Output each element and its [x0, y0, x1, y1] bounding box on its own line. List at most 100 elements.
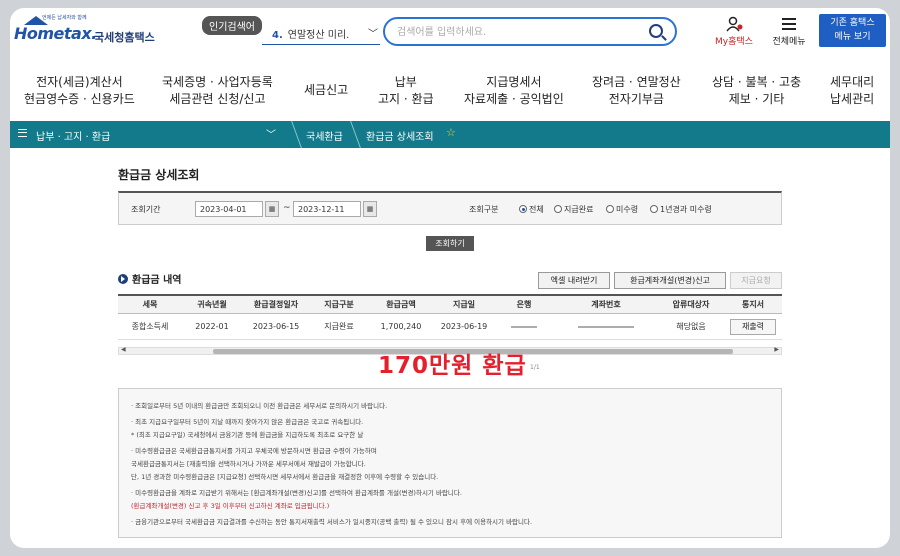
nav-item-line2: 납세관리: [830, 92, 875, 106]
all-menu-label: 전체메뉴: [772, 37, 806, 47]
notice-line: 국세환급금통지서는 [재출력]을 선택하시거나 가까운 세무서에서 재발급이 가…: [131, 460, 366, 468]
menu-icon[interactable]: [18, 129, 27, 137]
nav-item-line1: 지급명세서: [486, 75, 542, 89]
nav-item-line1: 세무대리: [830, 75, 875, 89]
refund-table: 세목 귀속년월 환급결정일자 지급구분 환급금액 지급일 은행 계좌번호 압류대…: [118, 294, 782, 340]
all-menu-button[interactable]: 전체메뉴: [764, 16, 814, 52]
radio-icon: [650, 205, 658, 213]
nav-item-line2: 자료제출 · 공익법인: [464, 92, 564, 106]
date-from-field[interactable]: 2023-04-01: [195, 201, 263, 217]
table-header-row: 세목 귀속년월 환급결정일자 지급구분 환급금액 지급일 은행 계좌번호 압류대…: [118, 296, 782, 314]
col-header: 지급구분: [324, 300, 354, 309]
notice-line: · 금융기관으로부터 국세환급금 지급결과를 수신하는 동안 통지서재출력 서비…: [131, 518, 533, 526]
notice-line-warning: (환급계좌개설(변경) 신고 후 3일 이후부터 신고하신 계좌로 입금됩니다.…: [131, 502, 330, 510]
cell-amount: 1,700,240: [380, 322, 422, 331]
main-navigation: 전자(세금)계산서현금영수증 · 신용카드 국세증명 · 사업자등록 세금관련 신…: [10, 68, 890, 118]
reprint-button[interactable]: 재출력: [730, 318, 776, 335]
date-range-separator: ~: [283, 203, 291, 213]
excel-download-button[interactable]: 엑셀 내려받기: [538, 272, 610, 289]
nav-item-consulting[interactable]: 상담 · 불복 · 고충 제보 · 기타: [712, 74, 801, 108]
nav-item-line1: 전자(세금)계산서: [36, 75, 123, 89]
search-icon[interactable]: [649, 24, 663, 38]
nav-item-line1: 장려금 · 연말정산: [592, 75, 681, 89]
radio-icon: [554, 205, 562, 213]
popular-rank: 4.: [272, 30, 283, 41]
radio-all[interactable]: 전체: [519, 204, 544, 215]
chevron-down-icon[interactable]: ﹀: [266, 126, 276, 141]
breadcrumb-level1[interactable]: 납부 · 고지 · 환급: [36, 128, 110, 143]
scroll-right-arrow-icon[interactable]: ▶: [774, 346, 779, 353]
search-input[interactable]: [397, 24, 637, 40]
pagination[interactable]: 1/1: [530, 364, 540, 371]
search-button[interactable]: 조회하기: [426, 236, 474, 251]
nav-item-payment[interactable]: 납부 고지 · 환급: [378, 74, 434, 108]
nav-item-year-end[interactable]: 장려금 · 연말정산 전자기부금: [592, 74, 681, 108]
cell-bank-redacted: [494, 314, 554, 339]
popular-term: 연말정산 미리.: [287, 30, 350, 41]
cell-seizure: 해당없음: [676, 322, 706, 331]
cell-tax: 종합소득세: [131, 322, 169, 331]
breadcrumb-separator: [282, 121, 302, 148]
radio-paid[interactable]: 지급완료: [554, 204, 593, 215]
refund-account-button[interactable]: 환급계좌개설(변경)신고: [614, 272, 726, 289]
cell-pay-date: 2023-06-19: [440, 322, 488, 331]
logo-wordmark: Hometax.: [14, 24, 97, 43]
notice-line: · 최초 지급요구일부터 5년이 지날 때까지 찾아가지 않은 환급금은 국고로…: [131, 418, 364, 426]
refund-list-title-text: 환급금 내역: [132, 275, 182, 286]
col-header: 귀속년월: [197, 300, 227, 309]
redaction-mark: [511, 325, 537, 328]
refund-amount-caption: 170만원 환급: [378, 353, 527, 379]
nav-item-tax-filing[interactable]: 세금신고: [304, 82, 348, 99]
notice-line: * (최초 지급요구일) 국세청에서 금융기관 등에 환급금을 지급하도록 최초…: [131, 431, 364, 439]
notice-box: · 조회일로부터 5년 이내의 환급금만 조회되오니 이전 환급금은 세무서로 …: [118, 388, 782, 538]
popular-search-badge: 인기검색어: [202, 16, 262, 35]
nav-item-line1: 세금신고: [304, 83, 349, 97]
nav-item-einvoice[interactable]: 전자(세금)계산서현금영수증 · 신용카드: [24, 74, 135, 108]
col-header: 압류대상자: [672, 300, 710, 309]
nav-item-certificate[interactable]: 국세증명 · 사업자등록 세금관련 신청/신고: [162, 74, 273, 108]
breadcrumb-level3[interactable]: 환급금 상세조회: [366, 128, 434, 143]
section-bullet-icon: [118, 274, 128, 284]
classic-menu-line1: 기존 홈택스: [830, 18, 875, 28]
search-filter-panel: 조회기간 2023-04-01 ▦ ~ 2023-12-11 ▦ 조회구분 전체…: [118, 191, 782, 225]
logo-slogan: 언제든 납세자와 함께: [42, 15, 87, 21]
nav-item-line2: 현금영수증 · 신용카드: [24, 92, 135, 106]
date-to-field[interactable]: 2023-12-11: [293, 201, 361, 217]
my-hometax-button[interactable]: My홈택스: [708, 16, 760, 52]
radio-label: 1년경과 미수령: [660, 205, 712, 214]
radio-label: 미수령: [616, 205, 639, 214]
popular-search-select[interactable]: 4. 연말정산 미리. ﹀: [262, 21, 380, 45]
cell-period: 2022-01: [195, 322, 229, 331]
nav-item-tax-agent[interactable]: 세무대리납세관리: [830, 74, 874, 108]
radio-label: 전체: [529, 205, 544, 214]
breadcrumb-level2[interactable]: 국세환급: [306, 128, 343, 143]
classic-menu-line2: 메뉴 보기: [834, 32, 871, 42]
hometax-logo[interactable]: 언제든 납세자와 함께 Hometax. 국세청홈택스: [14, 14, 164, 50]
favorite-star-icon[interactable]: ☆: [446, 126, 456, 139]
breadcrumb-separator: [341, 121, 361, 148]
nav-item-line1: 납부: [394, 75, 417, 89]
notice-line: · 미수령환급금은 국세환급금통지서를 가지고 우체국에 방문하시면 환급금 수…: [131, 447, 377, 455]
classic-menu-button[interactable]: 기존 홈택스 메뉴 보기: [819, 14, 886, 47]
refund-list-title: 환급금 내역: [118, 271, 181, 286]
page-title: 환급금 상세조회: [118, 168, 200, 182]
col-header: 환급금액: [386, 300, 416, 309]
nav-item-line1: 상담 · 불복 · 고충: [712, 75, 802, 89]
site-header: 언제든 납세자와 함께 Hometax. 국세청홈택스 인기검색어 4. 연말정산…: [10, 8, 890, 58]
breadcrumb: 납부 · 고지 · 환급 ﹀ 국세환급 환급금 상세조회 ☆: [10, 121, 890, 148]
radio-unclaimed[interactable]: 미수령: [606, 204, 638, 215]
nav-item-line2: 세금관련 신청/신고: [169, 92, 266, 106]
notice-line: · 조회일로부터 5년 이내의 환급금만 조회되오니 이전 환급금은 세무서로 …: [131, 402, 388, 410]
scroll-left-arrow-icon[interactable]: ◀: [121, 346, 126, 353]
cell-decision-date: 2023-06-15: [252, 322, 300, 331]
cell-notice: 재출력: [724, 314, 782, 339]
nav-item-statements[interactable]: 지급명세서자료제출 · 공익법인: [464, 74, 564, 108]
col-header: 환급결정일자: [253, 300, 299, 309]
search-box: [383, 17, 677, 46]
my-hometax-label: My홈택스: [715, 37, 753, 47]
pay-request-button[interactable]: 지급요청: [730, 272, 782, 289]
radio-unclaimed-1yr[interactable]: 1년경과 미수령: [650, 204, 712, 215]
calendar-icon[interactable]: ▦: [363, 201, 377, 217]
calendar-icon[interactable]: ▦: [265, 201, 279, 217]
notice-line: · 미수령환급금을 계좌로 지급받기 위해서는 [환급계좌개설(변경)신고]를 …: [131, 489, 462, 497]
